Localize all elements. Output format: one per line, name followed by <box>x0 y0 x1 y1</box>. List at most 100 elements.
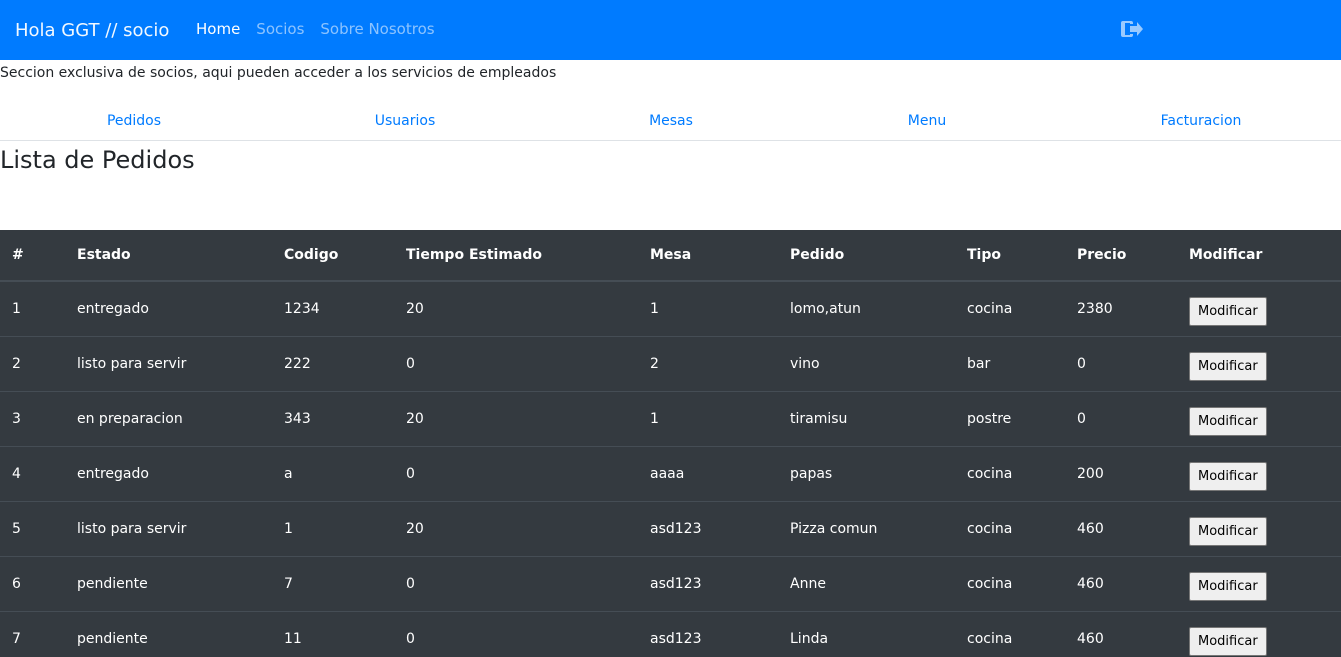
nav-link-sobre-nosotros[interactable]: Sobre Nosotros <box>320 19 434 39</box>
row-number: 6 <box>12 575 21 592</box>
row-estado: pendiente <box>77 575 148 592</box>
header-tiempo-estimado: Tiempo Estimado <box>406 247 543 263</box>
row-pedido: lomo,atun <box>790 300 861 317</box>
row-tipo: bar <box>967 355 991 372</box>
navbar-brand[interactable]: Hola GGT // socio <box>15 20 169 42</box>
modify-button[interactable]: Modificar <box>1189 462 1267 491</box>
section-nav: Pedidos Usuarios Mesas Menu Facturacion <box>0 100 1341 141</box>
modify-button[interactable]: Modificar <box>1189 297 1267 327</box>
row-tipo: cocina <box>967 630 1013 647</box>
header-tipo: Tipo <box>967 247 1001 263</box>
row-tiempo-estimado: 0 <box>406 465 415 482</box>
table-row: 5 listo para servir 1 20 asd123 Pizza comun co… <box>0 501 1341 556</box>
section-link-facturacion[interactable]: Facturacion <box>1161 112 1242 130</box>
row-pedido: Linda <box>790 630 829 647</box>
row-mesa: 2 <box>650 355 659 372</box>
row-precio: 2380 <box>1077 300 1113 317</box>
row-tipo: postre <box>967 410 1012 427</box>
row-actions: Modificar <box>1177 281 1341 336</box>
table-row: 3 en preparacion 343 20 1 tiramisu postre 0 Modi… <box>0 391 1341 446</box>
table-row: 2 listo para servir 222 0 2 vino bar 0 Modificar <box>0 336 1341 391</box>
row-actions: Modificar <box>1177 446 1341 501</box>
row-precio: 0 <box>1077 410 1086 427</box>
sign-out-icon[interactable] <box>1120 17 1144 41</box>
row-estado: en preparacion <box>77 410 183 427</box>
row-estado: pendiente <box>77 630 148 647</box>
row-pedido: vino <box>790 355 820 372</box>
nav-link-home[interactable]: Home <box>196 19 240 39</box>
row-mesa: aaaa <box>650 465 685 482</box>
modify-button[interactable]: Modificar <box>1189 352 1267 381</box>
row-number: 1 <box>12 300 21 317</box>
row-actions: Modificar <box>1177 611 1341 657</box>
row-estado: listo para servir <box>77 520 187 537</box>
header-pedido: Pedido <box>790 247 845 263</box>
row-number: 4 <box>12 465 21 482</box>
row-number: 2 <box>12 355 21 372</box>
header-number: # <box>12 247 24 263</box>
page-title: Lista de Pedidos <box>0 146 195 174</box>
row-tipo: cocina <box>967 520 1013 537</box>
nav-link-socios[interactable]: Socios <box>256 19 304 39</box>
modify-button[interactable]: Modificar <box>1189 572 1267 601</box>
row-precio: 0 <box>1077 355 1086 372</box>
row-codigo: 343 <box>284 410 311 427</box>
section-link-usuarios[interactable]: Usuarios <box>375 112 436 130</box>
row-actions: Modificar <box>1177 336 1341 391</box>
row-tiempo-estimado: 0 <box>406 355 415 372</box>
row-number: 3 <box>12 410 21 427</box>
header-modificar: Modificar <box>1189 247 1263 263</box>
table-row: 6 pendiente 7 0 asd123 Anne cocina 460 Modificar <box>0 556 1341 611</box>
header-mesa: Mesa <box>650 247 692 263</box>
section-link-mesas[interactable]: Mesas <box>649 112 693 130</box>
row-mesa: asd123 <box>650 520 702 537</box>
row-codigo: 7 <box>284 575 293 592</box>
section-link-pedidos[interactable]: Pedidos <box>107 112 161 130</box>
intro-text: Seccion exclusiva de socios, aqui pueden… <box>0 65 557 81</box>
row-tiempo-estimado: 20 <box>406 520 424 537</box>
header-estado: Estado <box>77 247 131 263</box>
section-link-menu[interactable]: Menu <box>908 112 946 130</box>
row-codigo: 222 <box>284 355 311 372</box>
row-tiempo-estimado: 0 <box>406 575 415 592</box>
row-precio: 460 <box>1077 575 1104 592</box>
row-tiempo-estimado: 0 <box>406 630 415 647</box>
row-precio: 460 <box>1077 520 1104 537</box>
row-mesa: asd123 <box>650 575 702 592</box>
row-tipo: cocina <box>967 300 1013 317</box>
row-tiempo-estimado: 20 <box>406 300 424 317</box>
row-pedido: tiramisu <box>790 410 848 427</box>
row-precio: 460 <box>1077 630 1104 647</box>
modify-button[interactable]: Modificar <box>1189 407 1267 436</box>
row-mesa: asd123 <box>650 630 702 647</box>
row-pedido: papas <box>790 465 833 482</box>
row-codigo: 1234 <box>284 300 320 317</box>
row-estado: listo para servir <box>77 355 187 372</box>
header-precio: Precio <box>1077 247 1127 263</box>
orders-table: # Estado Codigo Tiempo Estimado Mesa Ped… <box>0 230 1341 657</box>
row-tipo: cocina <box>967 575 1013 592</box>
navbar-links: Home Socios Sobre Nosotros <box>196 19 435 39</box>
row-precio: 200 <box>1077 465 1104 482</box>
row-mesa: 1 <box>650 410 659 427</box>
row-actions: Modificar <box>1177 501 1341 556</box>
modify-button[interactable]: Modificar <box>1189 627 1267 657</box>
row-mesa: 1 <box>650 300 659 317</box>
row-pedido: Anne <box>790 575 826 592</box>
row-number: 5 <box>12 520 21 537</box>
modify-button[interactable]: Modificar <box>1189 517 1267 546</box>
row-codigo: 11 <box>284 630 302 647</box>
row-pedido: Pizza comun <box>790 520 878 537</box>
header-codigo: Codigo <box>284 247 339 263</box>
table-row: 4 entregado a 0 aaaa papas cocina 200 Modificar <box>0 446 1341 501</box>
row-actions: Modificar <box>1177 391 1341 446</box>
row-number: 7 <box>12 630 21 647</box>
table-row: 1 entregado 1234 20 1 lomo,atun cocina 2380 Modi… <box>0 281 1341 336</box>
row-codigo: a <box>284 465 293 482</box>
top-navbar: Hola GGT // socio Home Socios Sobre Noso… <box>0 0 1341 60</box>
row-actions: Modificar <box>1177 556 1341 611</box>
orders-table-body: 1 entregado 1234 20 1 lomo,atun cocina 2380 Modi… <box>0 281 1341 657</box>
row-tiempo-estimado: 20 <box>406 410 424 427</box>
row-tipo: cocina <box>967 465 1013 482</box>
row-codigo: 1 <box>284 520 293 537</box>
